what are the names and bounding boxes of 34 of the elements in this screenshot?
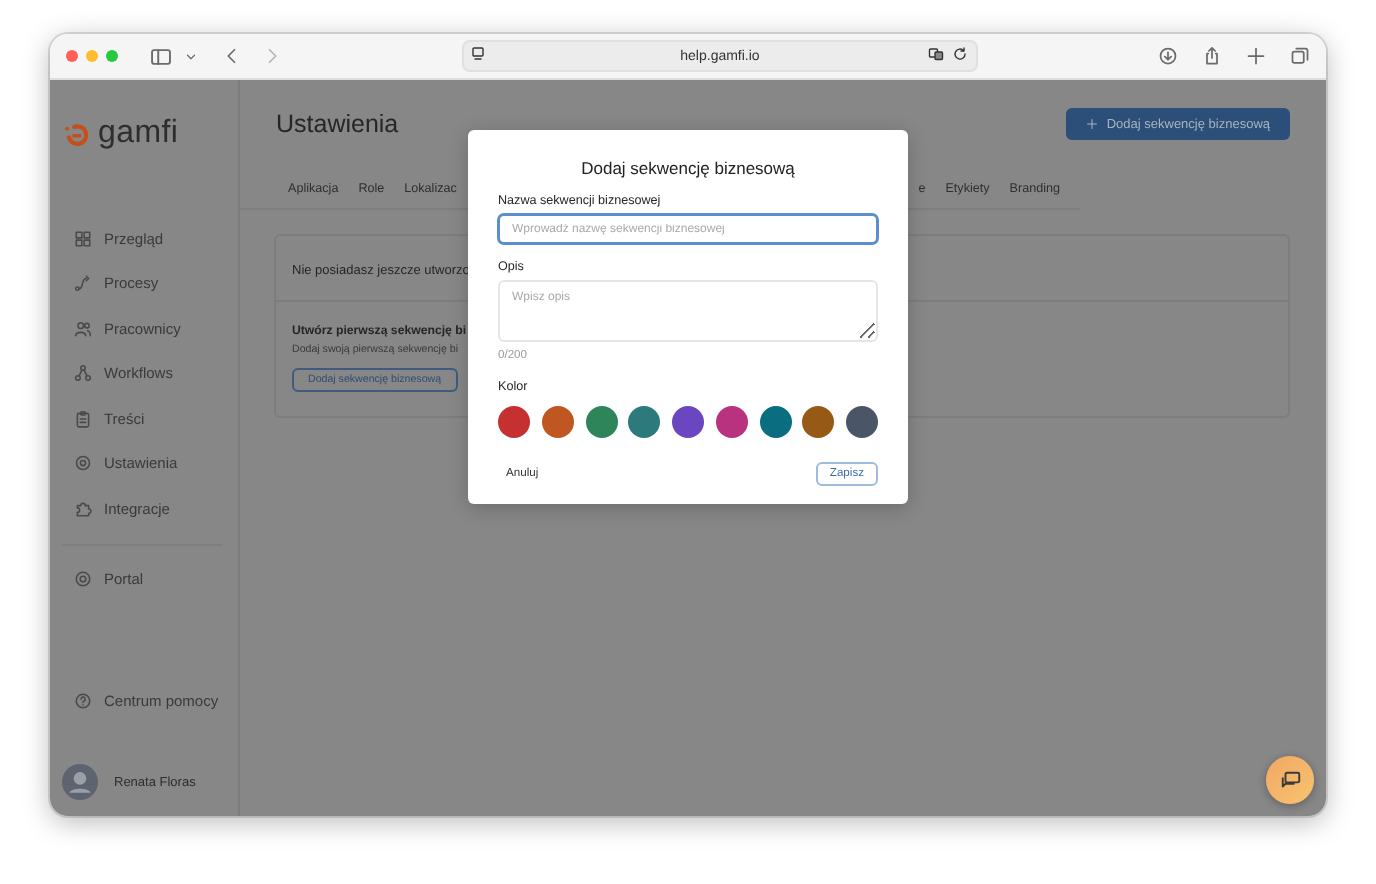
color-swatch[interactable]: [802, 406, 835, 438]
chat-button[interactable]: [1266, 756, 1314, 804]
color-swatch[interactable]: [498, 406, 530, 438]
color-swatch[interactable]: [628, 406, 661, 438]
color-swatch[interactable]: [846, 406, 878, 438]
chevron-down-icon: [184, 49, 198, 63]
tabs-icon[interactable]: [1290, 46, 1310, 66]
help-icon: [74, 692, 92, 711]
translate-icon: [928, 46, 944, 62]
share-icon[interactable]: [1202, 46, 1222, 66]
page-icon: [470, 46, 486, 62]
clipboard-icon: [74, 409, 92, 428]
color-swatch[interactable]: [672, 406, 704, 438]
close-button[interactable]: [66, 50, 78, 62]
puzzle-icon: [74, 499, 92, 518]
dialog-title: Dodaj sekwencję biznesową: [579, 158, 797, 178]
nodes-icon: [74, 364, 92, 383]
logo-text: gamfi: [98, 116, 179, 152]
logo-icon: [62, 120, 90, 148]
path-icon: [74, 274, 92, 293]
sidebar-toggle-icon: [150, 45, 172, 67]
reload-icon: [952, 46, 968, 62]
download-icon[interactable]: [1158, 46, 1178, 66]
color-swatch[interactable]: [585, 406, 617, 438]
grid-icon: [74, 229, 92, 248]
color-swatch[interactable]: [715, 406, 748, 438]
color-swatch[interactable]: [759, 406, 791, 438]
people-icon: [74, 319, 92, 338]
plus-icon[interactable]: [1246, 46, 1266, 66]
page-title: Ustawienia: [276, 110, 399, 138]
color-swatch[interactable]: [541, 406, 574, 438]
avatar-icon: [62, 764, 98, 800]
plus-icon: [1086, 118, 1099, 130]
chat-icon: [1279, 769, 1301, 791]
